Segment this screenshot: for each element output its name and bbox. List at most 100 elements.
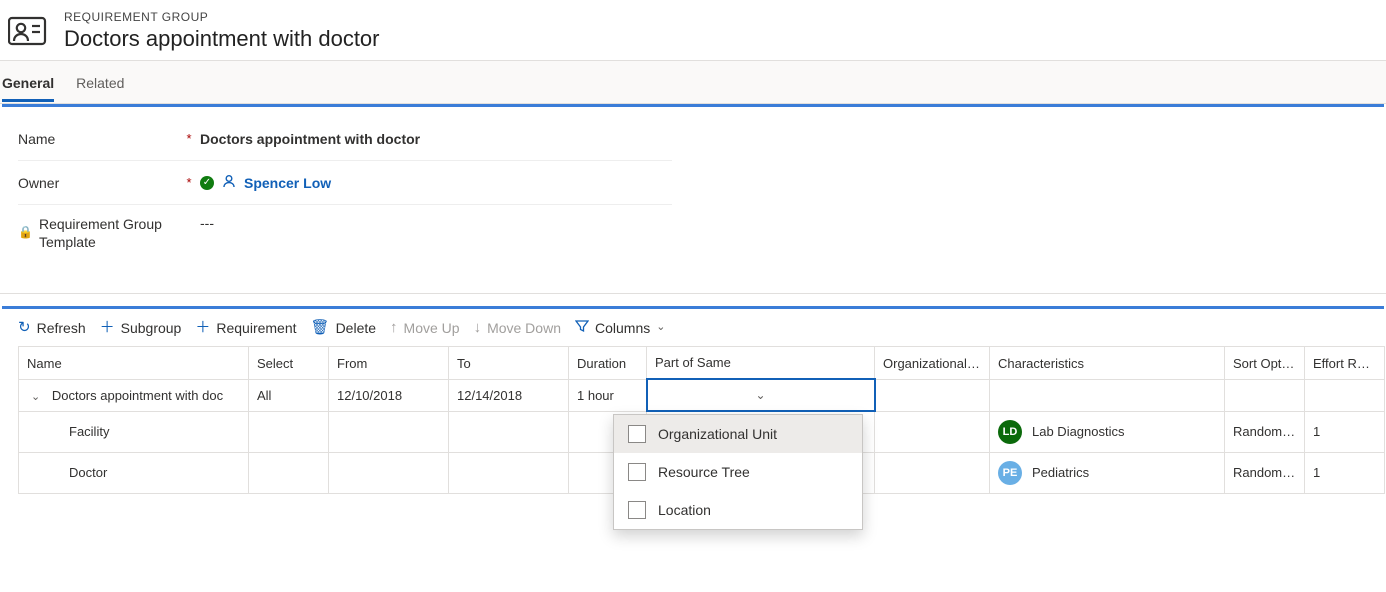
cell-sort[interactable]: Randomize — [1225, 452, 1305, 493]
plus-icon: ＋ — [195, 320, 210, 335]
delete-label: Delete — [336, 320, 376, 336]
col-part-of-same[interactable]: Part of Same — [647, 347, 875, 380]
person-icon — [222, 174, 236, 191]
page-header: REQUIREMENT GROUP Doctors appointment wi… — [0, 0, 1386, 60]
cell-to[interactable] — [449, 411, 569, 452]
entity-icon — [8, 11, 48, 51]
field-row-owner: Owner * ✓ Spencer Low — [18, 161, 672, 205]
cell-from[interactable] — [329, 411, 449, 452]
required-marker: * — [178, 175, 200, 190]
col-from[interactable]: From — [329, 347, 449, 380]
col-effort[interactable]: Effort Require — [1305, 347, 1385, 380]
form-general: Name * Doctors appointment with doctor O… — [0, 107, 690, 281]
checkbox-icon[interactable] — [628, 425, 646, 443]
cell-effort[interactable]: 1 — [1305, 452, 1385, 493]
cell-sort[interactable]: Randomize — [1225, 411, 1305, 452]
cell-org-unit[interactable] — [875, 411, 990, 452]
dropdown-option-label: Organizational Unit — [658, 426, 777, 442]
cell-org-unit[interactable] — [875, 452, 990, 493]
checkbox-icon[interactable] — [628, 463, 646, 481]
dropdown-option-resource-tree[interactable]: Resource Tree — [614, 453, 862, 491]
delete-button[interactable]: 🗑 Delete — [311, 320, 377, 336]
row-name-text: Doctors appointment with doc — [52, 388, 223, 403]
refresh-button[interactable]: ↻ Refresh — [18, 320, 86, 336]
chevron-down-icon[interactable]: ⌄ — [31, 390, 40, 403]
filter-icon — [575, 319, 589, 336]
cell-effort[interactable]: 1 — [1305, 411, 1385, 452]
cell-select[interactable] — [249, 452, 329, 493]
requirement-button[interactable]: ＋ Requirement — [195, 320, 296, 336]
field-value-owner[interactable]: ✓ Spencer Low — [200, 174, 672, 191]
grid-command-bar: ↻ Refresh ＋ Subgroup ＋ Requirement 🗑 Del… — [0, 309, 1386, 346]
characteristic-label: Lab Diagnostics — [1032, 424, 1125, 439]
page-title: Doctors appointment with doctor — [64, 26, 380, 52]
tab-general[interactable]: General — [2, 63, 54, 101]
presence-icon: ✓ — [200, 176, 214, 190]
cell-characteristics[interactable]: LD Lab Diagnostics — [990, 411, 1225, 452]
columns-button[interactable]: Columns ⌄ — [575, 319, 665, 336]
col-to[interactable]: To — [449, 347, 569, 380]
trash-icon: 🗑 — [311, 320, 330, 335]
cell-select[interactable]: All — [249, 379, 329, 411]
col-name[interactable]: Name — [19, 347, 249, 380]
cell-effort[interactable] — [1305, 379, 1385, 411]
moveup-label: Move Up — [404, 320, 460, 336]
col-org-unit[interactable]: Organizational Unit — [875, 347, 990, 380]
col-sort-option[interactable]: Sort Option — [1225, 347, 1305, 380]
cell-to[interactable] — [449, 452, 569, 493]
field-label-template: 🔒 Requirement Group Template — [18, 215, 178, 251]
owner-link[interactable]: Spencer Low — [244, 175, 331, 191]
subgroup-button[interactable]: ＋ Subgroup — [100, 320, 182, 336]
required-marker: * — [178, 131, 200, 146]
col-characteristics[interactable]: Characteristics — [990, 347, 1225, 380]
part-of-same-dropdown[interactable]: Organizational Unit Resource Tree Locati… — [613, 414, 863, 530]
columns-label: Columns — [595, 320, 650, 336]
dropdown-option-org-unit[interactable]: Organizational Unit — [614, 415, 862, 453]
subgroup-label: Subgroup — [121, 320, 182, 336]
refresh-icon: ↻ — [18, 320, 31, 335]
cell-to[interactable]: 12/14/2018 — [449, 379, 569, 411]
plus-icon: ＋ — [100, 320, 115, 335]
lock-icon: 🔒 — [18, 225, 33, 241]
cell-characteristics[interactable]: PE Pediatrics — [990, 452, 1225, 493]
chevron-down-icon: ⌄ — [656, 322, 665, 333]
tab-related[interactable]: Related — [76, 63, 124, 101]
characteristic-label: Pediatrics — [1032, 465, 1089, 480]
cell-from[interactable]: 12/10/2018 — [329, 379, 449, 411]
arrow-up-icon: ↑ — [390, 320, 398, 335]
cell-name[interactable]: Doctor — [19, 452, 249, 493]
requirement-label: Requirement — [216, 320, 296, 336]
move-up-button: ↑ Move Up — [390, 320, 460, 336]
field-label-template-text: Requirement Group Template — [39, 215, 178, 251]
move-down-button: ↓ Move Down — [474, 320, 561, 336]
dropdown-option-label: Location — [658, 502, 711, 518]
col-duration[interactable]: Duration — [569, 347, 647, 380]
cell-characteristics[interactable] — [990, 379, 1225, 411]
cell-part-of-same-active[interactable]: ⌄ — [647, 379, 875, 411]
checkbox-icon[interactable] — [628, 501, 646, 519]
cell-from[interactable] — [329, 452, 449, 493]
field-label-name: Name — [18, 131, 178, 147]
cell-org-unit[interactable] — [875, 379, 990, 411]
movedown-label: Move Down — [487, 320, 561, 336]
field-row-name: Name * Doctors appointment with doctor — [18, 117, 672, 161]
avatar: PE — [998, 461, 1022, 485]
cell-name[interactable]: Facility — [19, 411, 249, 452]
arrow-down-icon: ↓ — [474, 320, 482, 335]
field-value-template: --- — [200, 215, 672, 231]
cell-sort[interactable] — [1225, 379, 1305, 411]
refresh-label: Refresh — [37, 320, 86, 336]
cell-duration[interactable]: 1 hour — [569, 379, 647, 411]
cell-select[interactable] — [249, 411, 329, 452]
avatar: LD — [998, 420, 1022, 444]
field-value-name[interactable]: Doctors appointment with doctor — [200, 131, 672, 147]
grid-header-row: Name Select From To Duration Part of Sam… — [19, 347, 1385, 380]
cell-name[interactable]: ⌄ Doctors appointment with doc — [19, 379, 249, 411]
entity-type-label: REQUIREMENT GROUP — [64, 10, 380, 24]
col-select[interactable]: Select — [249, 347, 329, 380]
dropdown-option-location[interactable]: Location — [614, 491, 862, 529]
grid-row-root[interactable]: ⌄ Doctors appointment with doc All 12/10… — [19, 379, 1385, 411]
field-label-owner: Owner — [18, 175, 178, 191]
grid-section: ↻ Refresh ＋ Subgroup ＋ Requirement 🗑 Del… — [0, 293, 1386, 494]
chevron-down-icon: ⌄ — [755, 388, 765, 402]
